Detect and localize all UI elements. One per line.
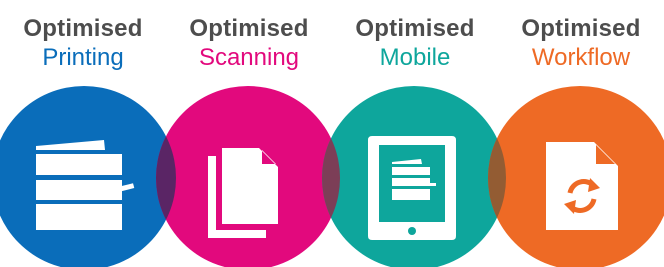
printing-circle xyxy=(0,86,176,267)
scanning-subtitle: Scanning xyxy=(198,44,300,71)
printing-subtitle: Printing xyxy=(42,44,124,71)
scanning-heading: Optimised Scanning xyxy=(166,14,332,72)
workflow-title: Optimised xyxy=(521,15,641,42)
printing-title: Optimised xyxy=(23,15,143,42)
workflow-subtitle: Workflow xyxy=(531,44,631,71)
printing-heading: Optimised Printing xyxy=(0,14,166,72)
mobile-title: Optimised xyxy=(355,15,475,42)
mobile-subtitle: Mobile xyxy=(379,44,451,71)
workflow-heading: Optimised Workflow xyxy=(498,14,664,72)
mobile-heading: Optimised Mobile xyxy=(332,14,498,72)
scanning-title: Optimised xyxy=(189,15,309,42)
